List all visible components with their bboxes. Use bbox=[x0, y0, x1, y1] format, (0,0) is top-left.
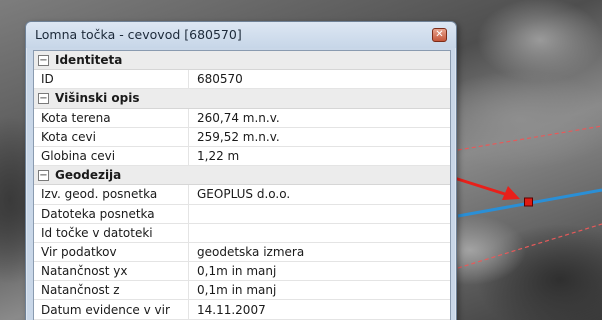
property-row[interactable]: Datum evidence v vir 14.11.2007 bbox=[34, 300, 450, 320]
property-value: 0,1m in manj bbox=[197, 264, 277, 279]
category-label: Identiteta bbox=[55, 53, 123, 68]
property-value: 0,1m in manj bbox=[197, 283, 277, 298]
property-row[interactable]: Izv. geod. posnetka GEOPLUS d.o.o. bbox=[34, 185, 450, 205]
property-value: 260,74 m.n.v. bbox=[197, 110, 280, 125]
category-label: Višinski opis bbox=[55, 91, 140, 106]
close-button[interactable]: ✕ bbox=[432, 28, 447, 42]
parcel-boundary-line bbox=[457, 223, 602, 269]
property-row[interactable]: Globina cevi 1,22 m bbox=[34, 146, 450, 167]
category-label: Geodezija bbox=[55, 168, 122, 183]
property-key: Kota terena bbox=[34, 108, 189, 127]
property-row[interactable]: Vir podatkov geodetska izmera bbox=[34, 242, 450, 263]
property-row[interactable]: ID 680570 bbox=[34, 70, 450, 90]
attribute-window[interactable]: Lomna točka - cevovod [680570] ✕ − Ident… bbox=[25, 21, 457, 320]
collapse-toggle-icon[interactable]: − bbox=[38, 92, 49, 104]
property-row[interactable]: Natančnost yx 0,1m in manj bbox=[34, 262, 450, 282]
break-point-marker[interactable] bbox=[524, 197, 533, 207]
property-value: 1,22 m bbox=[197, 149, 240, 164]
property-value: 680570 bbox=[197, 72, 243, 87]
property-row[interactable]: Kota cevi 259,52 m.n.v. bbox=[34, 127, 450, 147]
property-key: ID bbox=[34, 70, 189, 89]
window-title: Lomna točka - cevovod [680570] bbox=[35, 27, 242, 42]
category-identiteta[interactable]: − Identiteta bbox=[34, 51, 450, 71]
parcel-boundary-line bbox=[457, 125, 602, 151]
property-row[interactable]: Id točke v datoteki bbox=[34, 223, 450, 243]
category-geodezija[interactable]: − Geodezija bbox=[34, 166, 450, 186]
property-value: geodetska izmera bbox=[197, 244, 305, 259]
property-key: Globina cevi bbox=[34, 146, 189, 166]
property-key: Izv. geod. posnetka bbox=[34, 185, 189, 204]
property-key: Natančnost yx bbox=[34, 262, 189, 281]
property-row[interactable]: Kota terena 260,74 m.n.v. bbox=[34, 108, 450, 128]
property-key: Id točke v datoteki bbox=[34, 223, 189, 242]
property-value: 259,52 m.n.v. bbox=[197, 129, 280, 144]
property-value: 14.11.2007 bbox=[197, 302, 266, 317]
property-key: Kota cevi bbox=[34, 127, 189, 146]
collapse-toggle-icon[interactable]: − bbox=[38, 169, 49, 181]
property-grid[interactable]: − Identiteta ID 680570 − Višinski opis K… bbox=[33, 50, 451, 320]
property-row[interactable]: Datoteka posnetka bbox=[34, 204, 450, 224]
property-key: Vir podatkov bbox=[34, 242, 189, 262]
property-key: Datoteka posnetka bbox=[34, 204, 189, 223]
window-titlebar[interactable]: Lomna točka - cevovod [680570] ✕ bbox=[26, 22, 456, 48]
property-value: GEOPLUS d.o.o. bbox=[197, 187, 291, 202]
property-key: Natančnost z bbox=[34, 281, 189, 300]
property-value bbox=[189, 205, 197, 223]
collapse-toggle-icon[interactable]: − bbox=[38, 54, 49, 66]
category-visinski-opis[interactable]: − Višinski opis bbox=[34, 89, 450, 109]
property-row[interactable]: Natančnost z 0,1m in manj bbox=[34, 281, 450, 301]
property-value bbox=[189, 224, 197, 242]
property-key: Datum evidence v vir bbox=[34, 300, 189, 319]
close-icon: ✕ bbox=[435, 29, 444, 40]
